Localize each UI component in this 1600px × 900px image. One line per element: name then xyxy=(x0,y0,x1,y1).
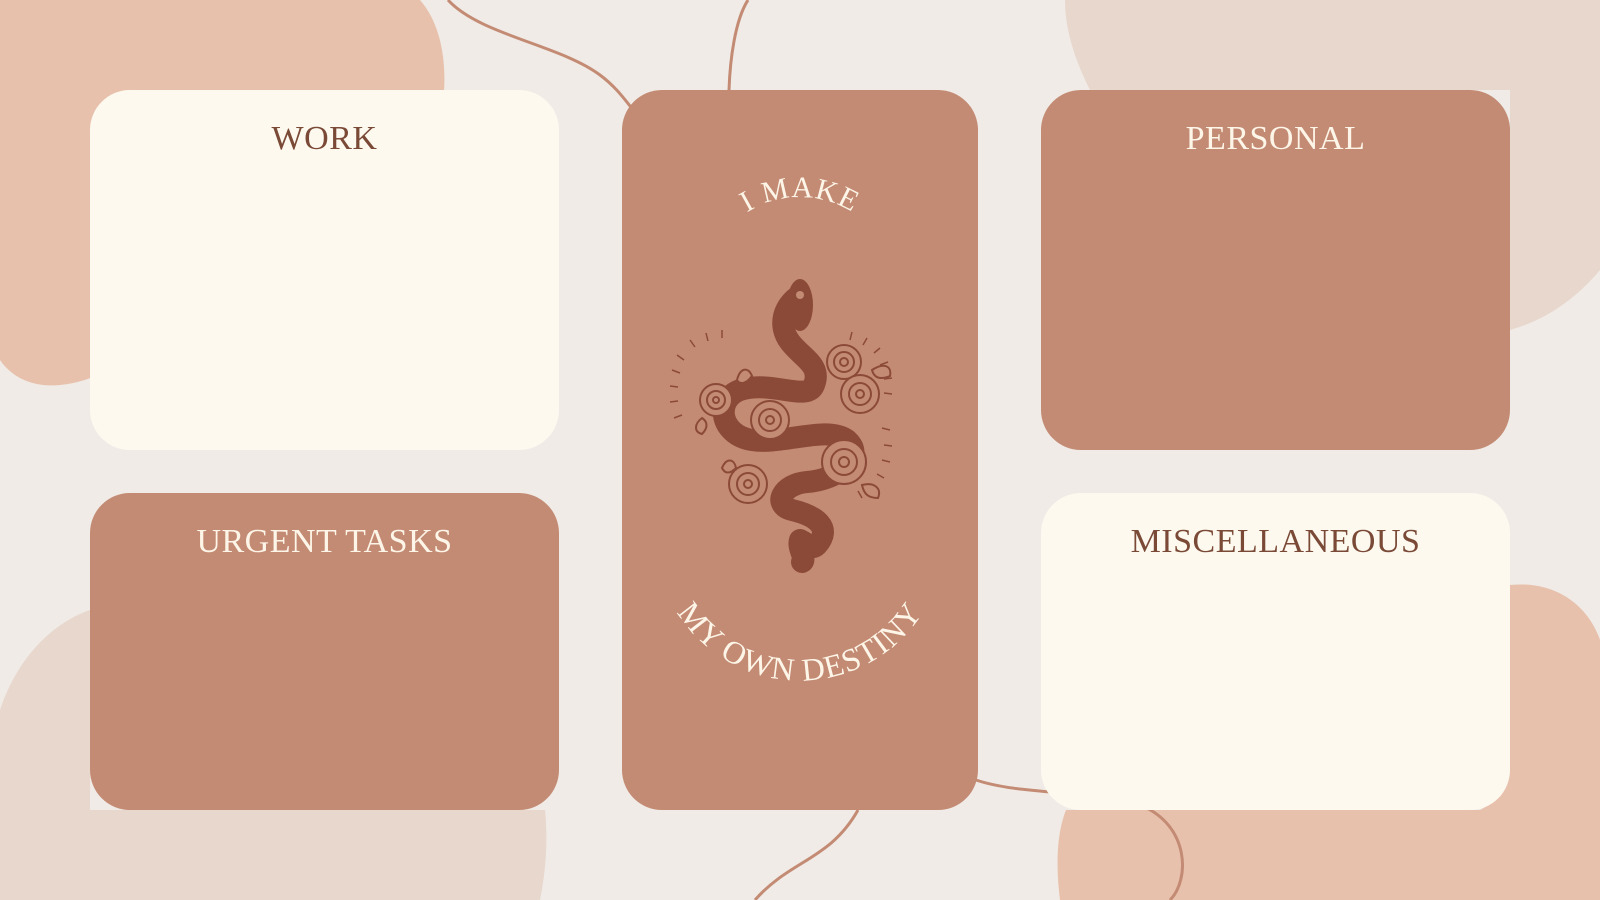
card-work-title: WORK xyxy=(271,120,378,157)
leaf-4 xyxy=(720,459,738,474)
leaf-1 xyxy=(870,364,892,379)
snake-with-roses-icon xyxy=(669,279,893,573)
card-personal-title: PERSONAL xyxy=(1185,120,1366,157)
card-miscellaneous-title: MISCELLANEOUS xyxy=(1130,523,1421,560)
rose-top-right xyxy=(826,344,862,380)
affirmation-top-text: I MAKE xyxy=(734,171,865,219)
rose-left xyxy=(699,383,733,417)
card-work: WORK xyxy=(90,90,559,450)
rose-right xyxy=(840,374,880,414)
snake-head xyxy=(787,279,813,331)
leaf-5 xyxy=(695,416,708,436)
wavy-line-bottom-center xyxy=(753,809,860,900)
rose-lower-right xyxy=(821,439,867,485)
affirmation-graphic: I MAKE MY OWN DESTINY xyxy=(669,171,929,688)
card-affirmation: I MAKE MY OWN DESTINY xyxy=(622,90,978,810)
rose-bottom-left xyxy=(728,464,768,504)
card-urgent-tasks: URGENT TASKS xyxy=(90,493,559,810)
card-miscellaneous: MISCELLANEOUS xyxy=(1041,493,1510,810)
leaf-3 xyxy=(860,483,880,500)
rose-center xyxy=(750,400,790,440)
snake-body xyxy=(712,284,865,573)
affirmation-bottom-text: MY OWN DESTINY xyxy=(671,595,929,688)
card-urgent-tasks-title: URGENT TASKS xyxy=(196,523,453,560)
snake-eye xyxy=(796,291,804,299)
wavy-line-top-center xyxy=(727,0,750,91)
card-personal: PERSONAL xyxy=(1041,90,1510,450)
